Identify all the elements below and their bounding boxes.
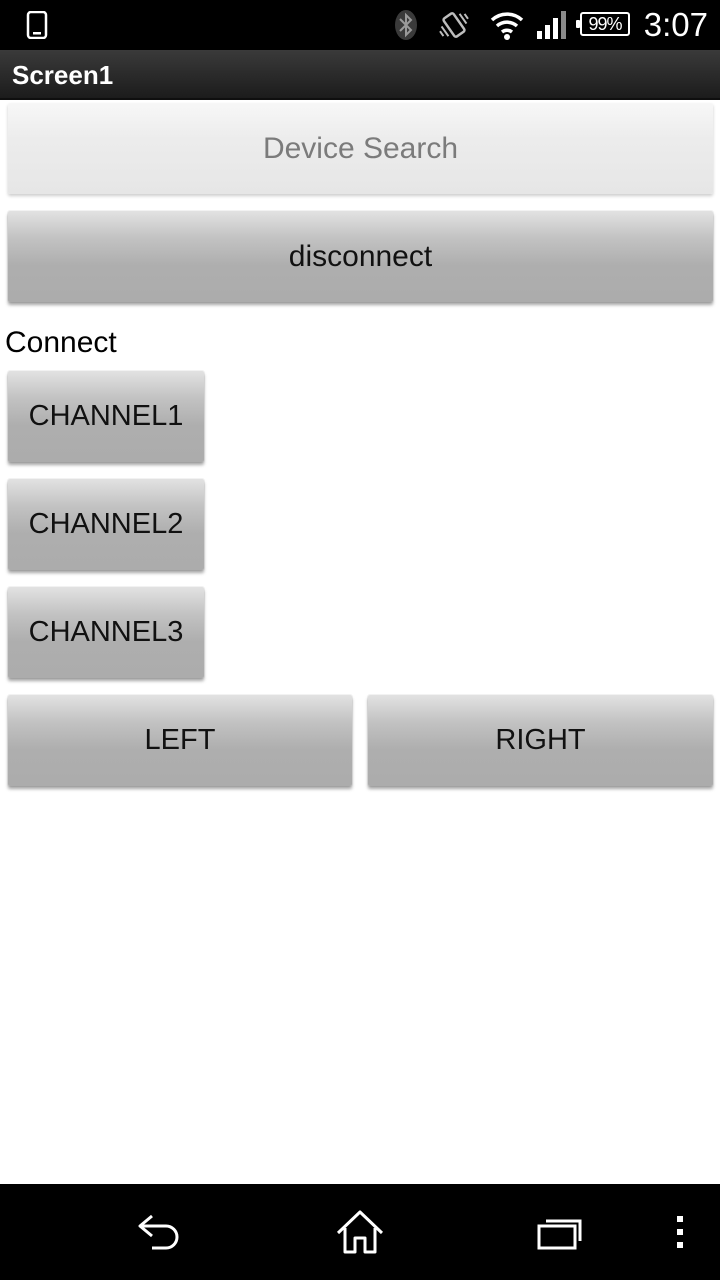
battery-percentage: 99% — [588, 13, 622, 34]
app-screen: 99% 3:07 Screen1 Device Search disconnec… — [0, 0, 720, 1280]
home-icon[interactable] — [320, 1184, 400, 1280]
vibrate-icon — [436, 0, 472, 50]
status-bar: 99% 3:07 — [0, 0, 720, 50]
signal-icon — [532, 0, 570, 50]
channel3-button[interactable]: CHANNEL3 — [8, 587, 204, 678]
channel2-button[interactable]: CHANNEL2 — [8, 479, 204, 570]
wifi-icon — [488, 0, 526, 50]
left-button[interactable]: LEFT — [8, 695, 352, 786]
device-search-button[interactable]: Device Search — [8, 103, 713, 194]
recent-apps-icon[interactable] — [520, 1184, 600, 1280]
back-icon[interactable] — [120, 1184, 200, 1280]
connect-label: Connect — [5, 326, 117, 359]
bluetooth-icon — [390, 0, 422, 50]
clock: 3:07 — [643, 6, 708, 43]
disconnect-button[interactable]: disconnect — [8, 211, 713, 302]
title-bar: Screen1 — [0, 50, 720, 100]
menu-icon[interactable] — [660, 1184, 700, 1280]
channel1-button[interactable]: CHANNEL1 — [8, 371, 204, 462]
battery-icon: 99% — [576, 12, 630, 36]
phone-icon — [22, 0, 52, 50]
screen-title: Screen1 — [12, 60, 114, 90]
navigation-bar — [0, 1184, 720, 1280]
right-button[interactable]: RIGHT — [368, 695, 713, 786]
